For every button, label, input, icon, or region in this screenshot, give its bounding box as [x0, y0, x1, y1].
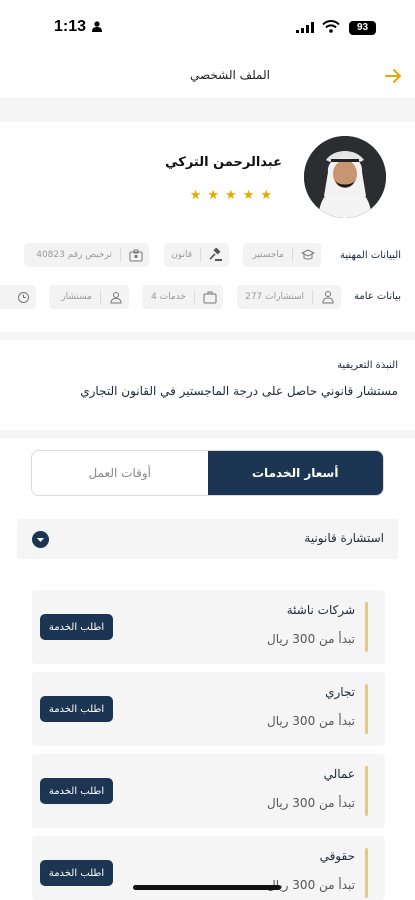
avatar-photo: [304, 136, 386, 218]
avatar: [304, 136, 386, 218]
service-card: شركات ناشئة تبدأ من 300 ريال اطلب الخدمة: [32, 590, 385, 664]
service-name: عمالي: [323, 767, 355, 781]
profile-card: عبدالرحمن التركي ★ ★ ★ ★ ★ البيانات المهنية …: [0, 122, 415, 332]
star-icon: ★: [242, 188, 255, 203]
accent-bar: [365, 766, 368, 816]
nav-bar: الملف الشخصي: [0, 56, 415, 98]
chip-separator: [200, 248, 201, 262]
request-service-button[interactable]: اطلب الخدمة: [40, 860, 113, 886]
section-divider: [0, 332, 415, 340]
service-price: تبدأ من 300 ريال: [266, 714, 355, 728]
section-divider: [0, 98, 415, 122]
request-service-button[interactable]: اطلب الخدمة: [40, 614, 113, 640]
chip-label: ترخيص رقم 40823: [36, 250, 112, 260]
tab-working-hours[interactable]: أوقات العمل: [32, 451, 208, 495]
bio-section: النبذة التعريفية مستشار قانوني حاصل على …: [0, 340, 415, 430]
gavel-icon: [209, 248, 223, 262]
star-icon: ★: [260, 188, 272, 203]
category-label: استشارة قانونية: [304, 531, 384, 545]
service-name: تجاري: [325, 685, 355, 699]
chip-label: 277 استشارات: [245, 292, 304, 302]
chip-label: ماجستير: [252, 250, 284, 260]
professional-data-label: البيانات المهنية: [340, 250, 401, 261]
page-title: الملف الشخصي: [190, 68, 270, 82]
wifi-icon: [322, 20, 340, 33]
battery-indicator: 93: [349, 21, 376, 35]
bio-text: مستشار قانوني حاصل على درجة الماجستير في…: [80, 384, 398, 398]
rating-stars: ★ ★ ★ ★ ★: [190, 188, 272, 203]
chip-role: مستشار: [49, 285, 129, 309]
section-divider: [0, 430, 415, 438]
general-data-label: بيانات عامة: [353, 291, 401, 302]
service-price: تبدأ من 300 ريال: [266, 632, 355, 646]
chevron-down-icon[interactable]: [32, 531, 49, 548]
request-service-button[interactable]: اطلب الخدمة: [40, 696, 113, 722]
chip-label: قانون: [171, 250, 192, 260]
consultations-icon: [321, 290, 335, 304]
service-name: حقوقي: [319, 849, 355, 863]
request-service-button[interactable]: اطلب الخدمة: [40, 778, 113, 804]
graduation-cap-icon: [301, 248, 315, 262]
clock-icon: [16, 290, 30, 304]
chip-degree: ماجستير: [243, 243, 321, 267]
star-icon: ★: [189, 188, 202, 203]
status-bar: 1:13 93: [0, 0, 415, 56]
signal-icon: [296, 22, 314, 33]
star-icon: ★: [225, 188, 237, 203]
user-icon: [109, 290, 123, 304]
briefcase-icon: [203, 290, 217, 304]
person-icon: [92, 21, 102, 32]
accent-bar: [365, 602, 368, 652]
chip-separator: [120, 248, 121, 262]
home-indicator: [133, 885, 281, 890]
chip-separator: [312, 290, 313, 304]
service-price: تبدأ من 300 ريال: [266, 796, 355, 810]
service-name: شركات ناشئة: [286, 603, 355, 617]
accent-bar: [365, 848, 368, 898]
license-icon: [129, 248, 143, 262]
chip-partial: [0, 285, 36, 309]
accent-bar: [365, 684, 368, 734]
service-card: حقوقي تبدأ من 300 ريال اطلب الخدمة: [32, 836, 385, 900]
status-time: 1:13: [54, 18, 87, 35]
back-arrow-icon[interactable]: [383, 66, 403, 86]
chip-services: 4 خدمات: [142, 285, 223, 309]
chip-separator: [194, 290, 195, 304]
tab-service-prices[interactable]: أسعار الخدمات: [207, 451, 383, 495]
chip-label: مستشار: [61, 292, 92, 302]
category-dropdown[interactable]: استشارة قانونية: [17, 519, 398, 559]
chip-separator: [100, 290, 101, 304]
service-card: تجاري تبدأ من 300 ريال اطلب الخدمة: [32, 672, 385, 746]
chip-specialty: قانون: [164, 243, 229, 267]
bio-title: النبذة التعريفية: [337, 360, 398, 371]
service-card: عمالي تبدأ من 300 ريال اطلب الخدمة: [32, 754, 385, 828]
tab-bar: أوقات العمل أسعار الخدمات: [31, 450, 384, 496]
chip-license: ترخيص رقم 40823: [24, 243, 149, 267]
profile-name: عبدالرحمن التركي: [165, 155, 282, 170]
chip-label: 4 خدمات: [151, 292, 186, 302]
chip-separator: [292, 248, 293, 262]
star-icon: ★: [207, 188, 220, 203]
chip-consultations: 277 استشارات: [237, 285, 341, 309]
